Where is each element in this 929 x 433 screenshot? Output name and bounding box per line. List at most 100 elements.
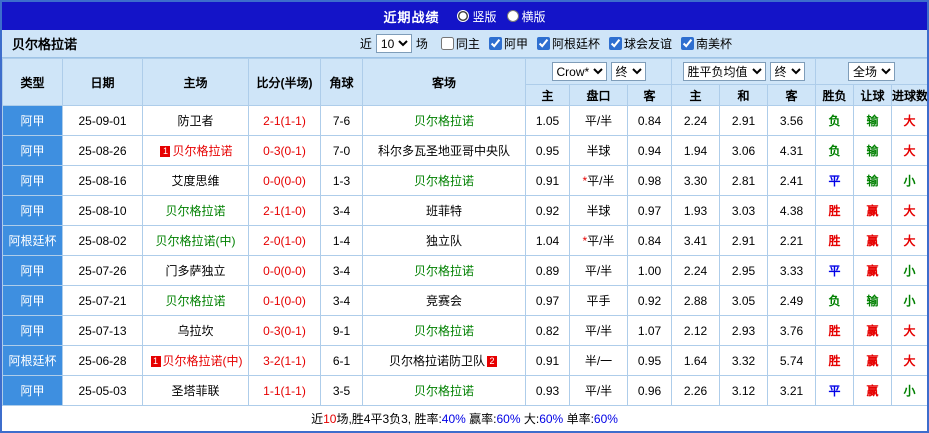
goals-result-cell: 大 [891, 135, 927, 166]
score-cell[interactable]: 1-1(1-1) [248, 375, 321, 406]
score-cell[interactable]: 0-0(0-0) [248, 165, 321, 196]
score-cell[interactable]: 0-1(0-0) [248, 285, 321, 316]
home-team-link[interactable]: 艾度思维 [171, 174, 219, 188]
home-team-link[interactable]: 乌拉坎 [177, 324, 213, 338]
header-row-1: 类型 日期 主场 比分(半场) 角球 客场 Crow* 终 胜平负均值 终 全场 [2, 58, 927, 106]
red-card-badge: 2 [487, 356, 497, 367]
score-cell[interactable]: 2-0(1-0) [248, 225, 321, 256]
europe-time-select[interactable]: 终 [769, 62, 805, 81]
score-cell[interactable]: 0-0(0-0) [248, 255, 321, 286]
filter-checkbox[interactable]: 同主 [440, 35, 480, 52]
europe-away-odds-cell: 2.49 [767, 285, 817, 316]
away-team-link[interactable]: 贝尔格拉诺 [414, 174, 474, 188]
asia-handicap-cell: 平/半 [569, 315, 628, 346]
summary-segment: 单率: [563, 412, 594, 426]
away-team-link[interactable]: 独立队 [426, 234, 462, 248]
europe-away-odds-cell: 3.21 [767, 375, 817, 406]
handicap-result-cell: 赢 [853, 195, 893, 226]
filter-checkbox[interactable]: 球会友谊 [608, 35, 672, 52]
europe-home-odds-cell: 2.12 [671, 315, 721, 346]
horizontal-radio[interactable] [506, 10, 519, 22]
europe-draw-odds-cell: 2.91 [719, 105, 769, 136]
asia-time-select[interactable]: 终 [610, 62, 646, 81]
corners-cell: 3-4 [320, 285, 363, 316]
home-team-cell: 1 贝尔格拉诺 [142, 135, 249, 166]
filter-checkbox-input[interactable] [488, 37, 502, 50]
away-team-link[interactable]: 贝尔格拉诺 [414, 264, 474, 278]
fulltime-scope-select[interactable]: 全场 [848, 62, 896, 81]
away-team-cell: 贝尔格拉诺 [362, 315, 526, 346]
home-team-link[interactable]: 贝尔格拉诺 [172, 144, 232, 158]
league-cell: 阿甲 [2, 285, 63, 316]
home-team-cell: 防卫者 [142, 105, 249, 136]
result-cell: 平 [815, 255, 855, 286]
filter-checkbox-input[interactable] [536, 37, 550, 50]
league-cell: 阿甲 [2, 165, 63, 196]
filter-checkbox[interactable]: 南美杯 [680, 35, 732, 52]
home-team-cell: 乌拉坎 [142, 315, 249, 346]
score-cell[interactable]: 0-3(0-1) [248, 135, 321, 166]
filter-checkbox-input[interactable] [680, 37, 694, 50]
away-team-cell: 贝尔格拉诺防卫队 2 [362, 345, 526, 376]
match-row: 阿甲 25-05-03 圣塔菲联 1-1(1-1) 3-5 贝尔格拉诺 0.93 平/半 0.9… [2, 375, 927, 406]
europe-away-odds-cell: 4.31 [767, 135, 817, 166]
home-team-link[interactable]: 贝尔格拉诺(中) [156, 234, 236, 248]
away-team-link[interactable]: 班菲特 [426, 204, 462, 218]
asia-handicap-cell: 平/半 [569, 375, 628, 406]
home-team-link[interactable]: 圣塔菲联 [171, 384, 219, 398]
subcol-asia-away: 客 [626, 84, 673, 106]
score-cell[interactable]: 2-1(1-1) [248, 105, 321, 136]
date-cell: 25-08-26 [62, 135, 143, 166]
home-team-cell: 圣塔菲联 [142, 375, 249, 406]
home-team-cell: 1 贝尔格拉诺(中) [142, 345, 249, 376]
filter-checkbox[interactable]: 阿根廷杯 [536, 35, 600, 52]
filter-checkbox-label: 阿根廷杯 [551, 37, 600, 51]
away-team-link[interactable]: 贝尔格拉诺 [414, 324, 474, 338]
away-team-link[interactable]: 竞赛会 [426, 294, 462, 308]
result-cell: 负 [815, 285, 855, 316]
league-cell: 阿甲 [2, 315, 63, 346]
handicap-result-cell: 赢 [853, 255, 893, 286]
home-team-link[interactable]: 贝尔格拉诺 [165, 294, 225, 308]
europe-draw-odds-cell: 2.91 [719, 225, 769, 256]
odds-company-select[interactable]: Crow* [551, 62, 607, 81]
home-team-link[interactable]: 贝尔格拉诺 [165, 204, 225, 218]
europe-draw-odds-cell: 3.06 [719, 135, 769, 166]
corners-cell: 3-4 [320, 255, 363, 286]
away-team-link[interactable]: 科尔多瓦圣地亚哥中央队 [378, 144, 510, 158]
home-team-link[interactable]: 防卫者 [177, 114, 213, 128]
asia-home-odds-cell: 1.05 [525, 105, 570, 136]
asia-away-odds-cell: 0.84 [626, 225, 673, 256]
corners-cell: 9-1 [320, 315, 363, 346]
away-team-link[interactable]: 贝尔格拉诺 [414, 384, 474, 398]
date-cell: 25-05-03 [62, 375, 143, 406]
filter-checkbox-input[interactable] [608, 37, 622, 50]
home-team-link[interactable]: 门多萨独立 [165, 264, 225, 278]
filter-checkbox[interactable]: 阿甲 [488, 35, 528, 52]
goals-result-cell: 大 [891, 195, 927, 226]
europe-home-odds-cell: 1.64 [671, 345, 721, 376]
vertical-radio[interactable] [457, 10, 470, 22]
layout-option-vertical[interactable]: 竖版 [457, 8, 497, 25]
score-cell[interactable]: 3-2(1-1) [248, 345, 321, 376]
score-cell[interactable]: 2-1(1-0) [248, 195, 321, 226]
score-cell[interactable]: 0-3(0-1) [248, 315, 321, 346]
subcol-goals: 进球数 [891, 84, 927, 106]
europe-away-odds-cell: 5.74 [767, 345, 817, 376]
asia-away-odds-cell: 0.95 [626, 345, 673, 376]
match-count-select[interactable]: 10 [375, 34, 412, 53]
home-team-link[interactable]: 贝尔格拉诺(中) [163, 354, 243, 368]
away-team-link[interactable]: 贝尔格拉诺防卫队 [389, 354, 485, 368]
layout-option-horizontal[interactable]: 横版 [506, 8, 546, 25]
away-team-link[interactable]: 贝尔格拉诺 [414, 114, 474, 128]
summary-segment: 赢率: [465, 412, 497, 426]
handicap-text: 半球 [586, 204, 611, 218]
europe-mean-select[interactable]: 胜平负均值 [682, 62, 766, 81]
red-card-badge: 1 [150, 356, 161, 367]
summary-segment: 场,胜4平3负3, 胜率: [336, 412, 442, 426]
league-cell: 阿甲 [2, 105, 63, 136]
away-team-cell: 贝尔格拉诺 [362, 255, 526, 286]
filter-checkbox-input[interactable] [440, 37, 454, 50]
results-table: 类型 日期 主场 比分(半场) 角球 客场 Crow* 终 胜平负均值 终 全场… [2, 58, 927, 406]
handicap-result-cell: 赢 [853, 225, 893, 256]
